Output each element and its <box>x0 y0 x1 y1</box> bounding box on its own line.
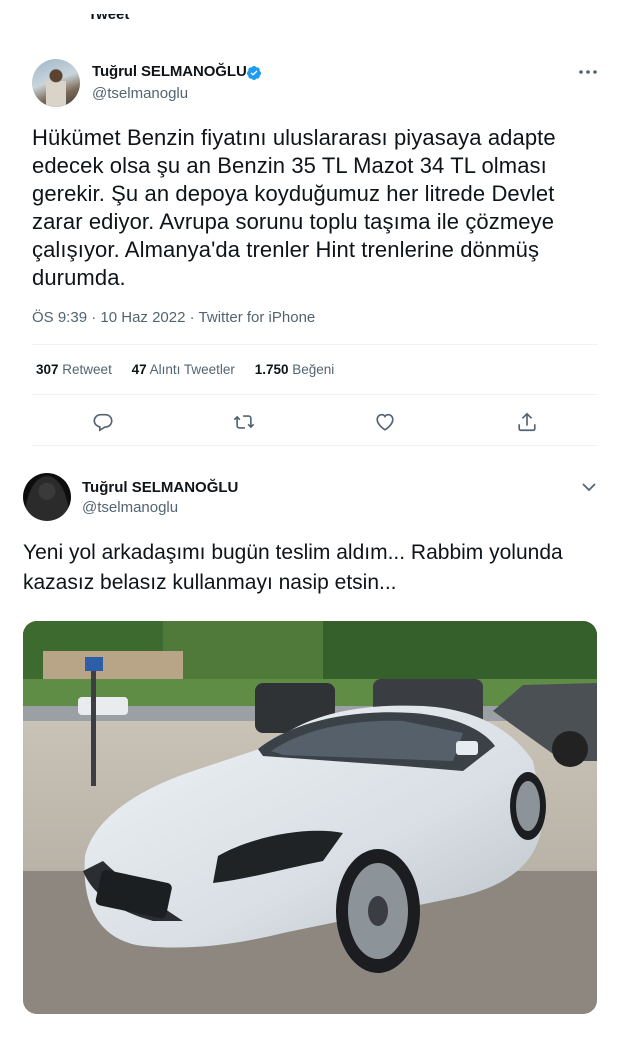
likes-count: 1.750 <box>254 362 289 377</box>
retweets-stat[interactable]: 307 Retweet <box>36 362 112 377</box>
retweets-count: 307 <box>36 362 59 377</box>
tweet-meta: ÖS 9:39 · 10 Haz 2022 · Twitter for iPho… <box>32 309 316 326</box>
tweet-photo[interactable] <box>23 621 597 1014</box>
retweets-label: Retweet <box>62 362 112 377</box>
quotes-label: Alıntı Tweetler <box>149 362 235 377</box>
tweet-date[interactable]: 10 Haz 2022 <box>100 309 185 326</box>
share-button[interactable] <box>512 407 542 437</box>
divider <box>32 344 598 345</box>
quotes-count: 47 <box>131 362 147 377</box>
reply-button[interactable] <box>88 407 118 437</box>
retweet-icon <box>233 415 255 429</box>
likes-stat[interactable]: 1.750 Beğeni <box>255 362 335 377</box>
tweet-actions <box>0 407 617 437</box>
author-handle[interactable]: @tselmanoglu <box>82 499 178 516</box>
likes-label: Beğeni <box>292 362 335 377</box>
author-name[interactable]: Tuğrul SELMANOĞLU <box>82 479 238 496</box>
avatar[interactable] <box>32 59 80 107</box>
like-button[interactable] <box>370 407 400 437</box>
author-name[interactable]: Tuğrul SELMANOĞLU <box>92 63 247 80</box>
divider <box>32 394 598 395</box>
tweet-source[interactable]: Twitter for iPhone <box>199 309 316 326</box>
previous-tweet-clipped-text: Tweet <box>88 14 130 23</box>
share-icon <box>518 412 536 432</box>
avatar[interactable] <box>23 473 71 521</box>
divider <box>32 445 598 446</box>
heart-icon <box>376 413 394 431</box>
verified-badge-icon <box>246 66 261 80</box>
reply-icon <box>93 413 113 432</box>
more-icon[interactable] <box>576 62 600 82</box>
retweet-button[interactable] <box>229 407 259 437</box>
tweet-text: Yeni yol arkadaşımı bugün teslim aldım..… <box>23 541 563 594</box>
tweet-text: Hükümet Benzin fiyatını uluslararası piy… <box>32 125 556 290</box>
tweet-time[interactable]: ÖS 9:39 <box>32 309 87 326</box>
chevron-down-icon[interactable] <box>578 478 600 496</box>
author-handle[interactable]: @tselmanoglu <box>92 85 188 102</box>
quotes-stat[interactable]: 47 Alıntı Tweetler <box>132 362 235 377</box>
car-photo-image <box>23 621 597 1014</box>
tweet-stats: 307 Retweet 47 Alıntı Tweetler 1.750 Beğ… <box>36 362 350 377</box>
